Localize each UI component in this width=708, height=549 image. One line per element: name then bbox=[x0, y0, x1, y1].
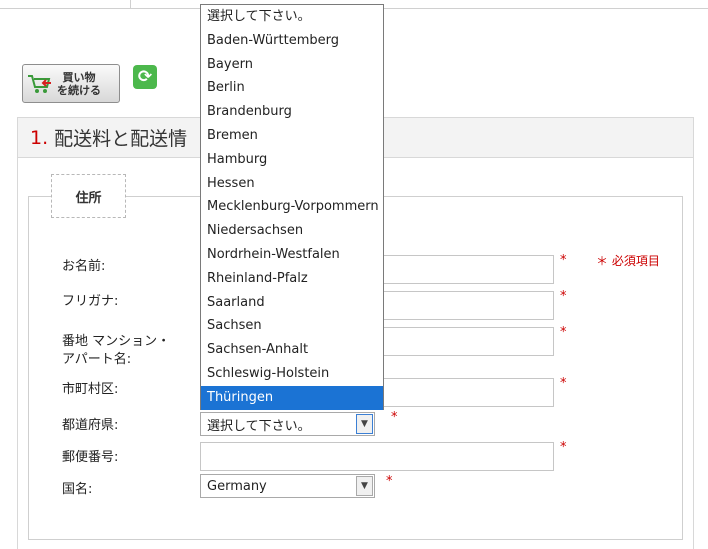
required-star: * bbox=[560, 325, 567, 340]
required-star: * bbox=[560, 253, 567, 268]
tab-address[interactable]: 住所 bbox=[51, 174, 126, 218]
furigana-label: フリガナ: bbox=[62, 294, 119, 309]
continue-shopping-label: 買い物 を続ける bbox=[57, 70, 101, 97]
refresh-icon[interactable]: ⟳ bbox=[133, 65, 157, 89]
dropdown-option[interactable]: Bayern bbox=[201, 53, 383, 77]
dropdown-option[interactable]: Nordrhein-Westfalen bbox=[201, 243, 383, 267]
continue-shopping-button[interactable]: 買い物 を続ける bbox=[22, 64, 120, 103]
dropdown-option[interactable]: Hamburg bbox=[201, 148, 383, 172]
postal-field[interactable] bbox=[200, 442, 554, 471]
dropdown-option[interactable]: Sachsen bbox=[201, 314, 383, 338]
required-star: * bbox=[391, 410, 398, 425]
required-star: * bbox=[560, 376, 567, 391]
dropdown-option[interactable]: Brandenburg bbox=[201, 100, 383, 124]
dropdown-option[interactable]: Berlin bbox=[201, 76, 383, 100]
section-number: 1. bbox=[30, 126, 49, 149]
address-label: 番地 マンション・ アパート名: bbox=[62, 334, 171, 367]
dropdown-option[interactable]: 選択して下さい。 bbox=[201, 5, 383, 29]
prefecture-select-value: 選択して下さい。 bbox=[207, 418, 311, 434]
dropdown-option[interactable]: Hessen bbox=[201, 172, 383, 196]
name-label: お名前: bbox=[62, 259, 106, 274]
required-star: * bbox=[386, 474, 393, 489]
dropdown-option[interactable]: Mecklenburg-Vorpommern bbox=[201, 195, 383, 219]
dropdown-option[interactable]: Bremen bbox=[201, 124, 383, 148]
dropdown-option[interactable]: Saarland bbox=[201, 291, 383, 315]
dropdown-option[interactable]: Niedersachsen bbox=[201, 219, 383, 243]
dropdown-option[interactable]: Baden-Württemberg bbox=[201, 29, 383, 53]
prefecture-dropdown-list[interactable]: 選択して下さい。 Baden-Württemberg Bayern Berlin Bra… bbox=[200, 4, 384, 410]
country-select[interactable]: Germany ▼ bbox=[200, 474, 375, 498]
dropdown-option[interactable]: Thüringen bbox=[201, 385, 383, 410]
cart-icon bbox=[27, 72, 53, 96]
required-note: ＊ 必須項目 bbox=[596, 254, 660, 268]
dropdown-option[interactable]: Schleswig-Holstein bbox=[201, 362, 383, 386]
section-title: 配送料と配送情 bbox=[54, 128, 188, 150]
chevron-down-icon[interactable]: ▼ bbox=[356, 414, 373, 434]
chevron-down-icon[interactable]: ▼ bbox=[356, 476, 373, 496]
postal-label: 郵便番号: bbox=[62, 450, 119, 465]
country-select-value: Germany bbox=[207, 478, 267, 494]
prefecture-select[interactable]: 選択して下さい。 ▼ bbox=[200, 412, 375, 436]
required-star: * bbox=[560, 440, 567, 455]
country-label: 国名: bbox=[62, 482, 93, 497]
city-label: 市町村区: bbox=[62, 382, 119, 397]
dropdown-option[interactable]: Rheinland-Pfalz bbox=[201, 267, 383, 291]
prefecture-label: 都道府県: bbox=[62, 418, 119, 433]
required-star: * bbox=[560, 289, 567, 304]
dropdown-option[interactable]: Sachsen-Anhalt bbox=[201, 338, 383, 362]
